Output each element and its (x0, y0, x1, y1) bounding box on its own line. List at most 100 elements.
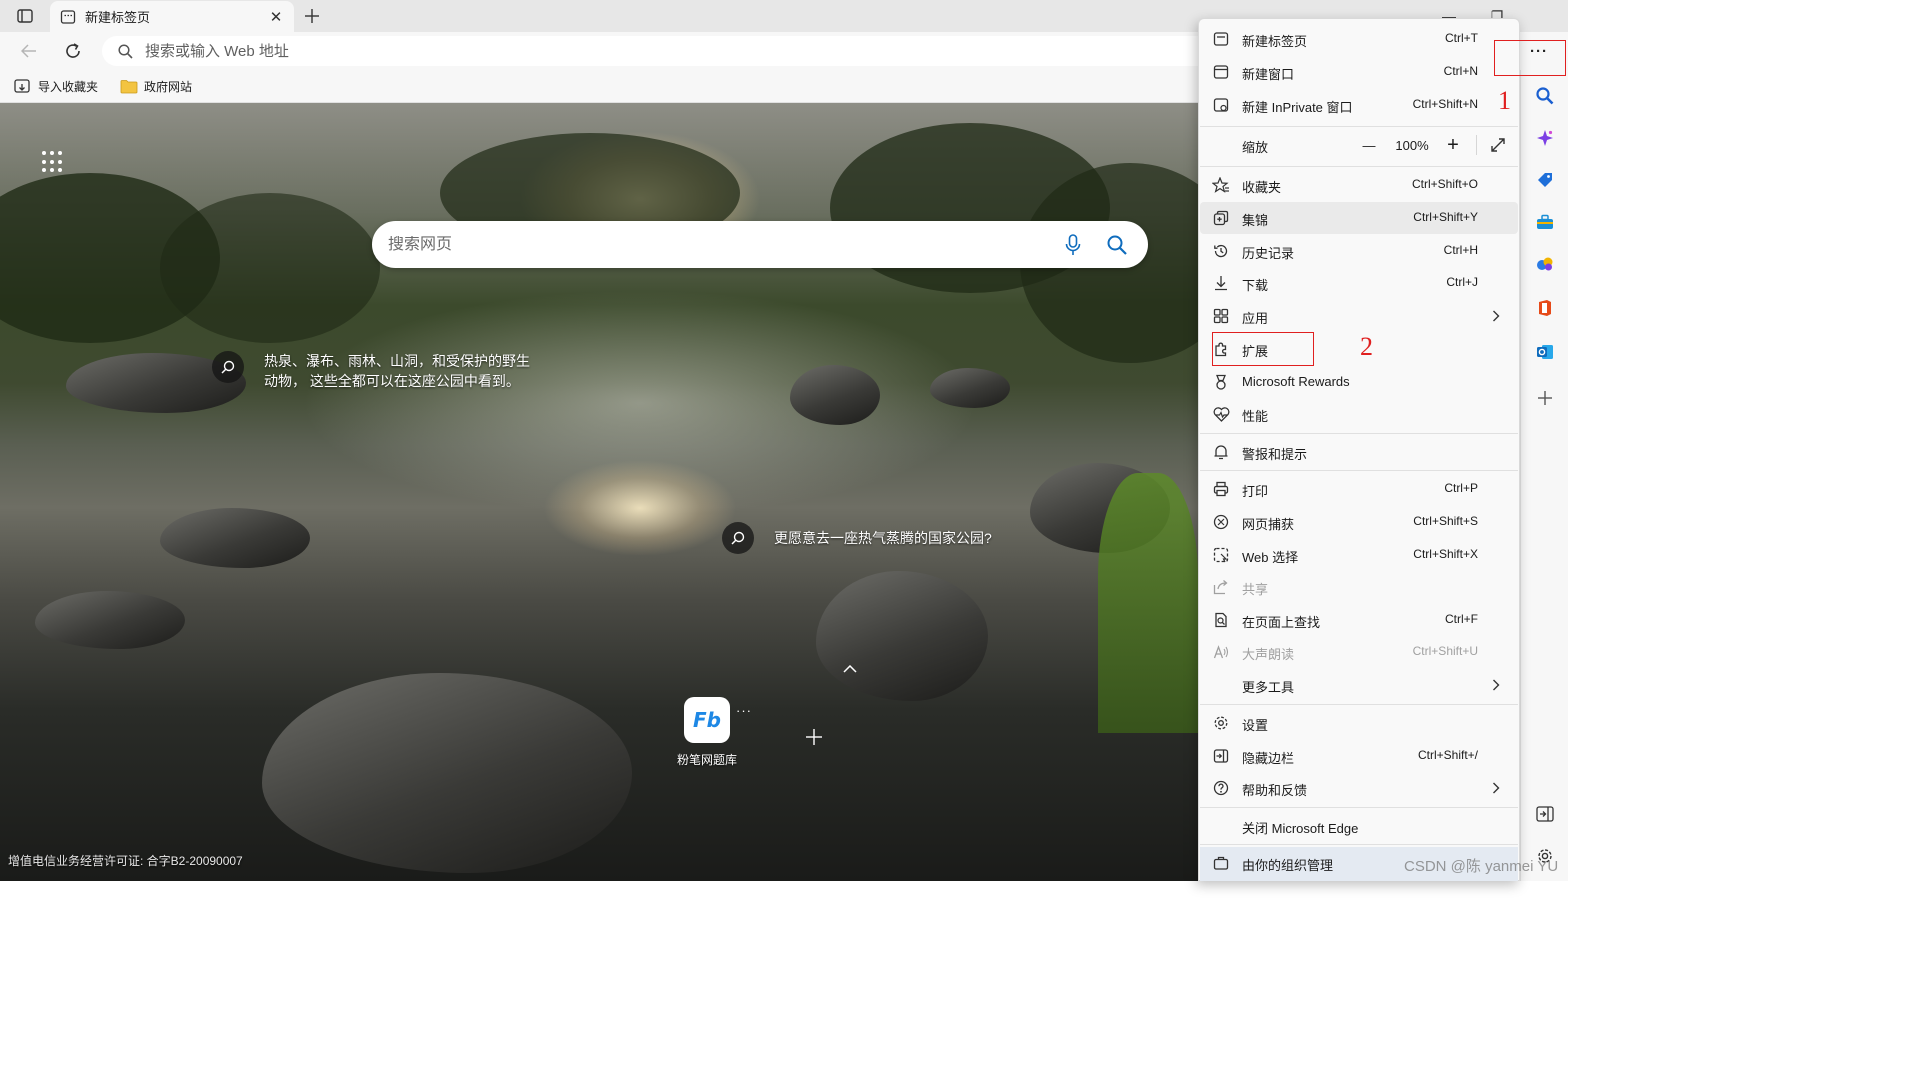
menu-divider (1200, 126, 1518, 127)
menu-item-favorites[interactable]: 收藏夹 Ctrl+Shift+O (1200, 169, 1518, 201)
web-search-input[interactable] (388, 235, 1044, 254)
zoom-in-button[interactable]: + (1440, 133, 1466, 157)
menu-item-label: 网页捕获 (1242, 517, 1295, 532)
sidebar-games-button[interactable] (1533, 252, 1557, 276)
sidebar-copilot-button[interactable] (1533, 126, 1557, 150)
menu-item-label: 下载 (1242, 278, 1269, 293)
web-select-icon (1212, 546, 1230, 564)
new-window-icon (1212, 63, 1230, 81)
back-button[interactable] (14, 36, 44, 66)
tab-title: 新建标签页 (85, 10, 151, 25)
menu-item-web-capture[interactable]: 网页捕获 Ctrl+Shift+S (1200, 506, 1518, 538)
rock (35, 591, 185, 649)
import-favorites-icon (14, 79, 30, 93)
web-capture-icon (1212, 513, 1230, 531)
plus-icon (806, 729, 822, 745)
sidebar-search-button[interactable] (1533, 84, 1557, 108)
refresh-button[interactable] (58, 36, 88, 66)
hotspot-search-icon (212, 351, 244, 383)
menu-item-label: 帮助和反馈 (1242, 783, 1308, 798)
menu-item-performance[interactable]: 性能 (1200, 398, 1518, 430)
menu-item-hide-sidebar[interactable]: 隐藏边栏 Ctrl+Shift+/ (1200, 740, 1518, 772)
license-text[interactable]: 增值电信业务经营许可证: 合字B2-20090007 (8, 852, 243, 869)
menu-item-alerts[interactable]: 警报和提示 (1200, 436, 1518, 468)
add-quick-link-button[interactable] (800, 723, 828, 751)
scroll-up-chevron-icon[interactable] (838, 659, 862, 679)
performance-icon (1212, 405, 1230, 423)
collections-icon (1212, 209, 1230, 227)
menu-item-new-tab[interactable]: 新建标签页 Ctrl+T (1200, 23, 1518, 55)
menu-item-label: 新建窗口 (1242, 67, 1295, 82)
search-submit-button[interactable] (1102, 230, 1132, 260)
zoom-out-button[interactable]: — (1356, 133, 1382, 157)
menu-item-collections[interactable]: 集锦 Ctrl+Shift+Y (1200, 202, 1518, 234)
tab-actions-button[interactable] (8, 5, 42, 27)
find-icon (1212, 611, 1230, 629)
menu-item-apps[interactable]: 应用 (1200, 300, 1518, 332)
image-hotspot-2[interactable]: 更愿意去一座热气蒸腾的国家公园? (722, 522, 1012, 554)
quick-link-more-button[interactable]: ··· (736, 703, 752, 718)
sidebar-outlook-button[interactable] (1533, 340, 1557, 364)
bell-icon (1212, 443, 1230, 461)
sidebar-tools-button[interactable] (1533, 210, 1557, 234)
menu-item-new-inprivate[interactable]: 新建 InPrivate 窗口 Ctrl+Shift+N (1200, 89, 1518, 121)
menu-item-print[interactable]: 打印 Ctrl+P (1200, 473, 1518, 505)
hotspot-search-icon (722, 522, 754, 554)
games-icon (1537, 257, 1553, 271)
menu-item-label: 由你的组织管理 (1242, 858, 1334, 873)
favorites-bar-item-gov-sites[interactable]: 政府网站 (120, 75, 192, 97)
print-icon (1212, 480, 1230, 498)
menu-item-help[interactable]: 帮助和反馈 (1200, 772, 1518, 804)
menu-item-shortcut: Ctrl+P (1444, 481, 1478, 495)
menu-item-label: 隐藏边栏 (1242, 751, 1295, 766)
menu-item-find[interactable]: 在页面上查找 Ctrl+F (1200, 604, 1518, 636)
image-hotspot-1[interactable]: 热泉、瀑布、雨林、山洞，和受保护的野生动物， 这些全都可以在这座公园中看到。 (212, 351, 542, 391)
annotation-number-2: 2 (1360, 332, 1373, 361)
menu-item-settings[interactable]: 设置 (1200, 707, 1518, 739)
help-icon (1212, 779, 1230, 797)
sparkle-icon (1537, 130, 1553, 146)
zoom-value: 100% (1395, 137, 1429, 153)
quick-link-logo: Fb (684, 697, 730, 743)
history-icon (1212, 242, 1230, 260)
chevron-right-icon (1492, 677, 1502, 693)
menu-item-downloads[interactable]: 下载 Ctrl+J (1200, 267, 1518, 299)
app-launcher-icon[interactable] (42, 151, 64, 173)
address-bar[interactable] (102, 36, 1212, 66)
fullscreen-icon (1491, 138, 1505, 152)
menu-item-label: Microsoft Rewards (1242, 374, 1350, 389)
quick-link-fenbi[interactable]: Fb 粉笔网题库 (672, 697, 742, 768)
voice-search-button[interactable] (1058, 230, 1088, 260)
menu-item-history[interactable]: 历史记录 Ctrl+H (1200, 235, 1518, 267)
new-tab-button[interactable] (300, 5, 324, 27)
menu-item-label: 关闭 Microsoft Edge (1242, 821, 1359, 836)
refresh-icon (66, 43, 80, 58)
hide-sidebar-icon (1536, 806, 1554, 822)
menu-item-more-tools[interactable]: 更多工具 (1200, 669, 1518, 701)
menu-item-shortcut: Ctrl+Shift+U (1412, 644, 1478, 658)
watermark: CSDN @陈 yanmei YU (1404, 858, 1559, 875)
favorites-bar-item-import[interactable]: 导入收藏夹 (14, 75, 98, 97)
menu-item-label: 集锦 (1242, 213, 1269, 228)
menu-item-web-select[interactable]: Web 选择 Ctrl+Shift+X (1200, 539, 1518, 571)
annotation-box-more-button (1494, 40, 1566, 76)
web-search-box[interactable] (372, 221, 1148, 268)
menu-item-label: 更多工具 (1242, 680, 1295, 695)
address-input[interactable] (145, 42, 1045, 60)
menu-item-rewards[interactable]: Microsoft Rewards (1200, 366, 1518, 398)
tab-close-icon[interactable]: ✕ (268, 9, 284, 26)
sidebar-office-button[interactable] (1533, 296, 1557, 320)
zoom-divider (1476, 135, 1477, 155)
menu-item-new-window[interactable]: 新建窗口 Ctrl+N (1200, 56, 1518, 88)
rewards-icon (1212, 373, 1230, 391)
active-tab[interactable]: 新建标签页 ✕ (50, 1, 294, 32)
plus-icon (305, 9, 319, 23)
edge-sidebar (1520, 70, 1568, 881)
fullscreen-button[interactable] (1486, 133, 1510, 157)
sidebar-hide-button[interactable] (1533, 802, 1557, 826)
sidebar-shopping-button[interactable] (1533, 168, 1557, 192)
sidebar-add-button[interactable] (1533, 386, 1557, 410)
menu-item-share: 共享 (1200, 571, 1518, 603)
menu-item-label: 设置 (1242, 718, 1269, 733)
menu-item-close-edge[interactable]: 关闭 Microsoft Edge (1200, 810, 1518, 842)
